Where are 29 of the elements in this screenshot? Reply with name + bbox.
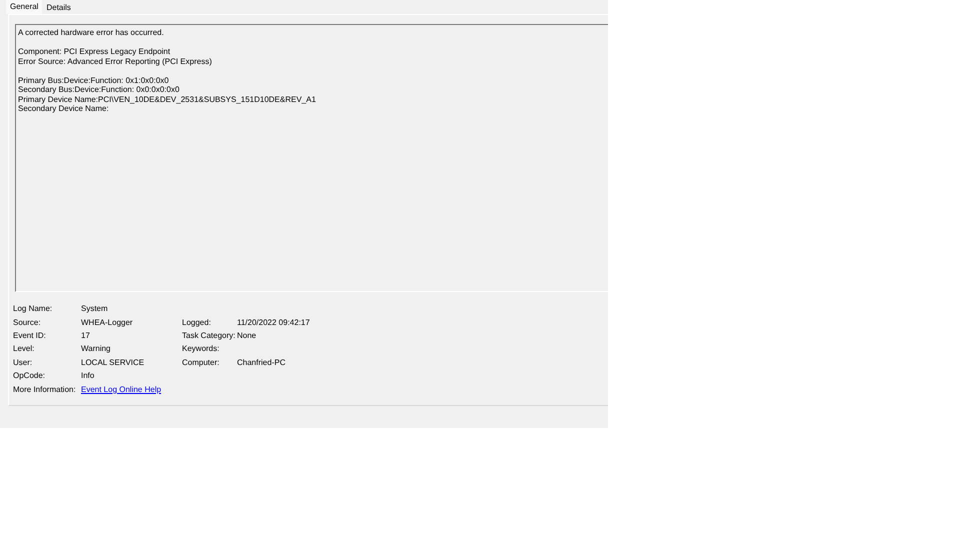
description-line: Primary Bus:Device:Function: 0x1:0x0:0x0 [18,76,170,85]
field-value: Chanfried-PC [237,358,286,367]
description-line: Secondary Device Name: [18,104,110,114]
field-value: System [81,304,109,314]
field-value: Info [81,371,96,380]
field-label: User: [13,358,34,367]
field-label: Computer: [182,358,220,367]
help-link[interactable]: Event Log Online Help [81,384,182,394]
field-label: Logged: [182,318,212,327]
description-line: Primary Device Name:PCI\VEN_10DE&DEV_2531&SUBSYS_151D10DE&REV_A1 [18,94,317,104]
description-line: Component: PCI Express Legacy Endpoint [18,47,172,56]
field-label: Keywords: [182,344,220,354]
field-label: OpCode: [13,371,46,380]
field-value: 17 [81,330,91,340]
description-line: Error Source: Advanced Error Reporting (PCI Express) [18,56,213,66]
field-label: Log Name: [13,304,54,314]
field-value: WHEA-Logger [81,318,134,327]
field-label: Task Category: [182,330,236,340]
field-label: More Information: [13,384,77,394]
field-value: LOCAL SERVICE [81,358,146,367]
field-label: Level: [13,344,36,354]
field-label: Source: [13,318,42,327]
field-value: Warning [81,344,112,354]
tab[interactable]: General [6,0,42,14]
field-value: None [237,330,258,340]
description-line: A corrected hardware error has occurred. [18,28,165,38]
description-line: Secondary Bus:Device:Function: 0x0:0x0:0x0 [18,85,180,94]
field-label: Event ID: [13,330,47,340]
field-value: 11/20/2022 09:42:17 [237,318,311,327]
